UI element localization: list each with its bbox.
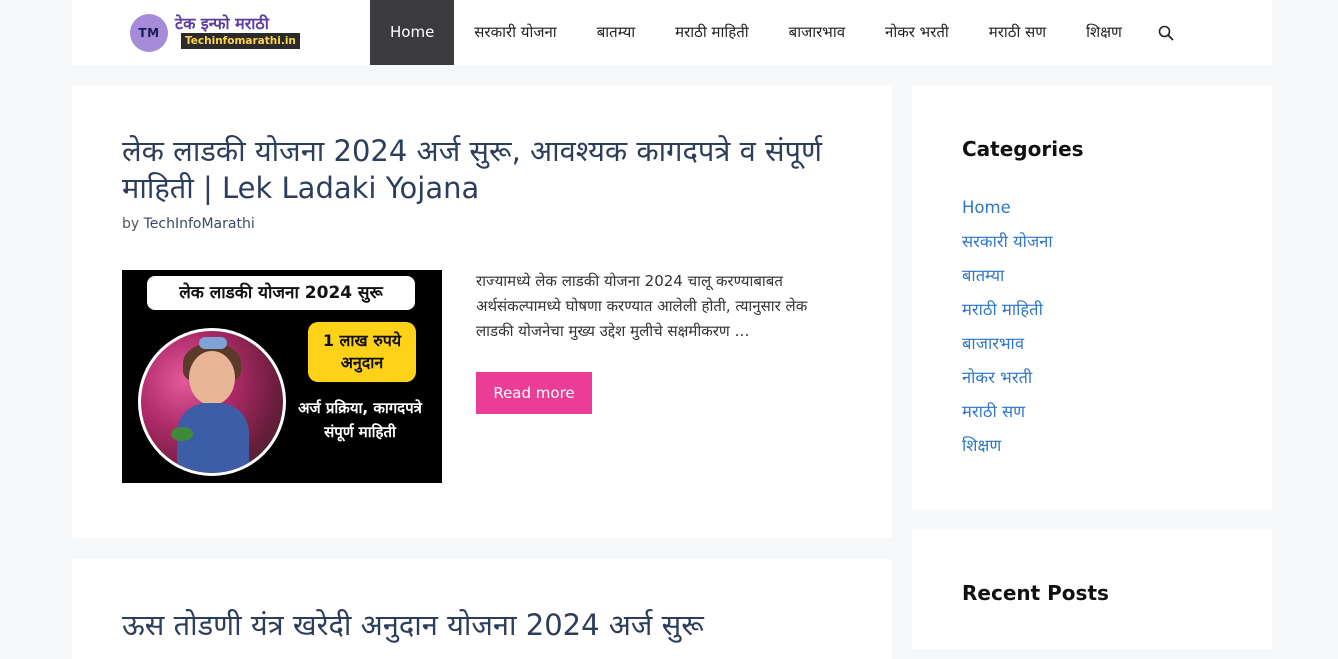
categories-widget: Categories Home सरकारी योजना बातम्या मरा… <box>912 85 1272 509</box>
nav-item-market-rates[interactable]: बाजारभाव <box>769 0 865 65</box>
nav-item-home[interactable]: Home <box>370 0 455 65</box>
logo-title: टेक इन्फो मराठी <box>175 14 269 33</box>
logo-initials: TM <box>138 26 160 40</box>
next-post-title-link[interactable]: ऊस तोडणी यंत्र खरेदी अनुदान योजना 2024 अ… <box>122 607 862 644</box>
category-link-market-rates[interactable]: बाजारभाव <box>962 327 1053 361</box>
categories-title: Categories <box>962 137 1084 161</box>
post-byline: by TechInfoMarathi <box>122 216 255 232</box>
post-title-link[interactable]: लेक लाडकी योजना 2024 अर्ज सुरू, आवश्यक क… <box>122 133 862 207</box>
nav-item-government-schemes[interactable]: सरकारी योजना <box>454 0 576 65</box>
post-thumbnail[interactable]: लेक लाडकी योजना 2024 सुरू 1 लाख रुपये अन… <box>122 270 442 483</box>
site-header: TM टेक इन्फो मराठी Techinfomarathi.in Ho… <box>72 0 1272 65</box>
grant-badge-line1: 1 लाख रुपये <box>322 331 402 350</box>
nav-item-jobs[interactable]: नोकर भरती <box>865 0 969 65</box>
byline-label: by <box>122 216 140 232</box>
girl-photo <box>138 328 286 476</box>
grant-badge-line2: अनुदान <box>340 353 384 372</box>
search-button[interactable] <box>1142 0 1242 65</box>
main-nav: Home सरकारी योजना बातम्या मराठी माहिती ब… <box>370 0 1242 65</box>
recent-posts-widget: Recent Posts <box>912 529 1272 649</box>
post-card: लेक लाडकी योजना 2024 अर्ज सुरू, आवश्यक क… <box>72 85 892 538</box>
nav-item-festivals[interactable]: मराठी सण <box>969 0 1066 65</box>
category-link-home[interactable]: Home <box>962 191 1053 225</box>
thumbnail-banner-text: लेक लाडकी योजना 2024 सुरू <box>147 276 415 310</box>
nav-item-education[interactable]: शिक्षण <box>1066 0 1142 65</box>
post-excerpt: राज्यामध्ये लेक लाडकी योजना 2024 चालू कर… <box>476 272 808 340</box>
categories-list: Home सरकारी योजना बातम्या मराठी माहिती ब… <box>962 191 1053 463</box>
author-link[interactable]: TechInfoMarathi <box>144 216 255 232</box>
category-link-festivals[interactable]: मराठी सण <box>962 395 1053 429</box>
category-link-government-schemes[interactable]: सरकारी योजना <box>962 225 1053 259</box>
grant-badge: 1 लाख रुपये अनुदान <box>308 322 416 382</box>
logo-domain: Techinfomarathi.in <box>181 33 300 49</box>
category-link-education[interactable]: शिक्षण <box>962 429 1053 463</box>
nav-item-news[interactable]: बातम्या <box>577 0 655 65</box>
post-card-next: ऊस तोडणी यंत्र खरेदी अनुदान योजना 2024 अ… <box>72 559 892 659</box>
nav-item-marathi-info[interactable]: मराठी माहिती <box>655 0 769 65</box>
thumbnail-caption: अर्ज प्रक्रिया, कागदपत्रे संपूर्ण माहिती <box>298 399 422 441</box>
recent-posts-title: Recent Posts <box>962 581 1109 605</box>
search-icon <box>1158 25 1174 41</box>
category-link-jobs[interactable]: नोकर भरती <box>962 361 1053 395</box>
read-more-button[interactable]: Read more <box>476 372 592 414</box>
category-link-marathi-info[interactable]: मराठी माहिती <box>962 293 1053 327</box>
logo-badge: TM <box>130 14 168 52</box>
category-link-news[interactable]: बातम्या <box>962 259 1053 293</box>
